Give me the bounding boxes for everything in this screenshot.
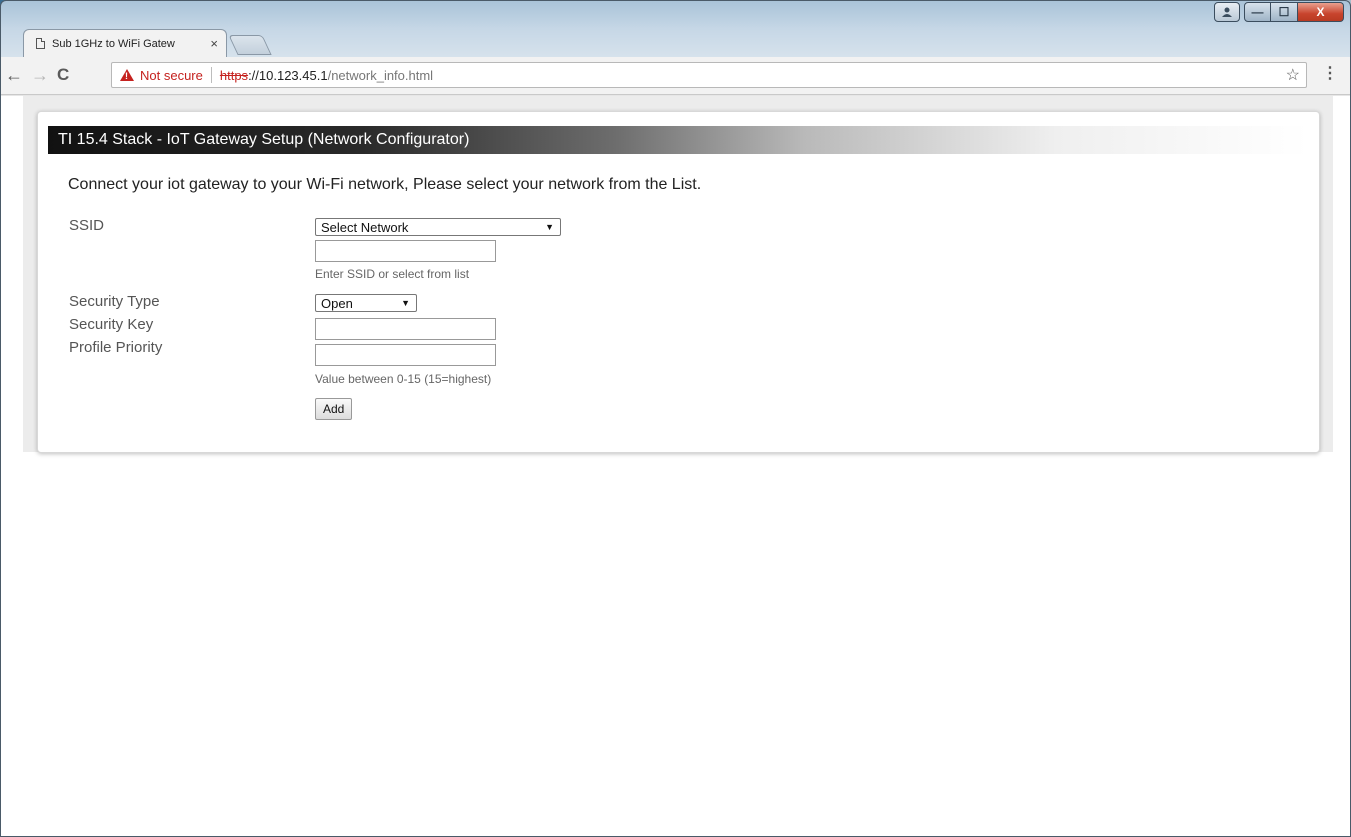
page-icon [36, 38, 45, 49]
ssid-hint: Enter SSID or select from list [315, 267, 470, 281]
ssid-select[interactable]: Select Network ▼ [315, 218, 561, 236]
address-separator [210, 67, 212, 83]
address-bar[interactable]: ! Not secure https://10.123.45.1/network… [111, 62, 1307, 88]
security-key-label: Security Key [69, 316, 154, 333]
url-path: /network_info.html [327, 67, 434, 83]
browser-menu-icon[interactable]: ⋮ [1322, 66, 1338, 82]
tab-title: Sub 1GHz to WiFi Gatew [52, 37, 175, 50]
minimize-icon: — [1251, 5, 1264, 19]
security-key-input[interactable] [315, 318, 496, 340]
close-icon: X [1316, 5, 1325, 19]
forward-icon[interactable]: → [31, 65, 49, 85]
ssid-label: SSID [69, 217, 105, 234]
url-scheme: https [219, 67, 249, 83]
security-type-value: Open [321, 295, 353, 311]
profile-priority-label: Profile Priority [69, 339, 163, 356]
user-profile-icon[interactable] [1214, 2, 1240, 22]
browser-window: — ☐ X Sub 1GHz to WiFi Gatew × ← → C ! N… [0, 0, 1351, 837]
window-controls: — ☐ X [1214, 2, 1344, 24]
intro-text: Connect your iot gateway to your Wi-Fi n… [68, 176, 702, 193]
browser-toolbar: ← → C ! Not secure https://10.123.45.1/n… [1, 57, 1350, 95]
priority-hint: Value between 0-15 (15=highest) [315, 372, 492, 386]
new-tab-button[interactable] [228, 35, 272, 55]
back-icon[interactable]: ← [5, 65, 23, 85]
dropdown-arrow-icon: ▼ [545, 222, 554, 232]
bookmark-star-icon[interactable]: ☆ [1286, 65, 1300, 85]
tab-close-icon[interactable]: × [210, 36, 218, 51]
page-viewport: TI 15.4 Stack - IoT Gateway Setup (Netwo… [1, 95, 1350, 836]
page-title: TI 15.4 Stack - IoT Gateway Setup (Netwo… [48, 126, 1308, 154]
ssid-select-value: Select Network [321, 219, 409, 235]
warning-icon: ! [120, 69, 134, 81]
security-type-label: Security Type [69, 293, 160, 310]
maximize-button[interactable]: ☐ [1271, 2, 1298, 22]
security-indicator[interactable]: Not secure [140, 68, 203, 83]
security-type-select[interactable]: Open ▼ [315, 294, 417, 312]
close-window-button[interactable]: X [1298, 2, 1344, 22]
profile-priority-input[interactable] [315, 344, 496, 366]
ssid-input[interactable] [315, 240, 496, 262]
maximize-icon: ☐ [1278, 5, 1290, 19]
add-button[interactable]: Add [315, 398, 353, 420]
url-host: ://10.123.45.1 [248, 67, 328, 83]
reload-icon[interactable]: C [57, 65, 69, 85]
minimize-button[interactable]: — [1244, 2, 1271, 22]
browser-tab[interactable]: Sub 1GHz to WiFi Gatew × [23, 29, 227, 57]
dropdown-arrow-icon: ▼ [401, 298, 410, 308]
config-card: TI 15.4 Stack - IoT Gateway Setup (Netwo… [37, 111, 1320, 453]
